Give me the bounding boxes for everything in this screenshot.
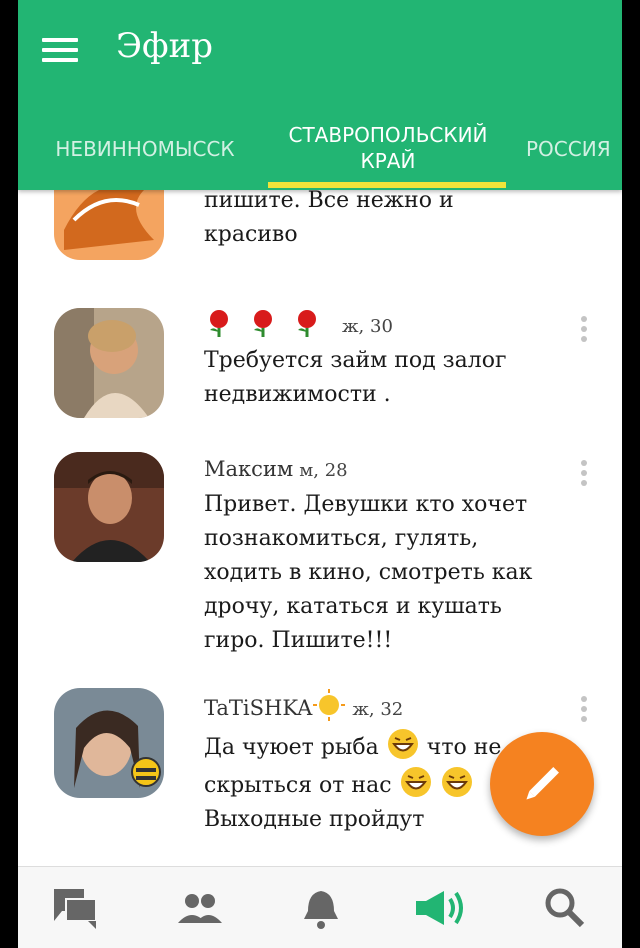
post-text-part: Да чуюет рыба (204, 735, 379, 760)
people-icon[interactable] (174, 885, 224, 931)
user-meta: ж, 30 (342, 316, 393, 337)
list-item[interactable]: Девушки кто любит ласки пишите. Все нежн… (18, 190, 622, 290)
more-options-icon[interactable] (578, 312, 590, 346)
laughing-emoji-icon (386, 727, 420, 761)
post-header: ж, 30 (204, 308, 544, 344)
post-header: TaTiSHKA ж, 32 (204, 688, 544, 727)
user-name[interactable]: Максим (204, 457, 293, 481)
tab-russia[interactable]: РОССИЯ (526, 110, 622, 190)
laughing-emoji-icon (399, 765, 433, 799)
more-options-icon[interactable] (578, 692, 590, 726)
pencil-icon (526, 767, 559, 800)
chat-icon[interactable] (52, 885, 102, 931)
post-text: Девушки кто любит ласки пишите. Все нежн… (204, 190, 454, 247)
user-meta: м, 28 (299, 460, 348, 481)
tab-bar: НЕВИННОМЫССК СТАВРОПОЛЬСКИЙ КРАЙ РОССИЯ (18, 110, 622, 190)
rose-icon (292, 308, 322, 338)
post-text: Требуется займ под залог недвижимости . (204, 348, 507, 407)
tab-indicator (268, 182, 506, 188)
tab-nevinnomyssk[interactable]: НЕВИННОМЫССК (40, 110, 250, 190)
list-item[interactable]: Максим м, 28 Привет. Девушки кто хочет по… (18, 452, 622, 682)
avatar[interactable] (54, 190, 164, 260)
compose-button[interactable] (490, 732, 594, 836)
app-screen: Эфир НЕВИННОМЫССК СТАВРОПОЛЬСКИЙ КРАЙ РО… (18, 0, 622, 948)
post-content: ж, 30 Требуется займ под залог недвижимо… (204, 308, 544, 412)
app-title: Эфир (116, 26, 214, 66)
tab-stavropol-krai[interactable]: СТАВРОПОЛЬСКИЙ КРАЙ (270, 110, 506, 190)
sun-icon (312, 688, 346, 722)
menu-icon[interactable] (42, 34, 82, 64)
avatar[interactable] (54, 452, 164, 562)
post-header: Максим м, 28 (204, 452, 544, 488)
app-bar: Эфир НЕВИННОМЫССК СТАВРОПОЛЬСКИЙ КРАЙ РО… (18, 0, 622, 190)
avatar[interactable] (54, 688, 164, 798)
post-content: Максим м, 28 Привет. Девушки кто хочет по… (204, 452, 544, 658)
user-meta: ж, 32 (352, 699, 404, 720)
list-item[interactable]: ж, 30 Требуется займ под залог недвижимо… (18, 308, 622, 448)
more-options-icon[interactable] (578, 456, 590, 490)
rose-icon (248, 308, 278, 338)
post-text: Привет. Девушки кто хочет познакомиться,… (204, 492, 533, 653)
bottom-navigation (18, 866, 622, 948)
avatar[interactable] (54, 308, 164, 418)
megaphone-icon[interactable] (412, 885, 472, 931)
search-icon[interactable] (540, 885, 590, 931)
post-text-part: Выходные пройдут (204, 807, 425, 832)
rose-icon (204, 308, 234, 338)
bell-icon[interactable] (296, 885, 346, 931)
user-name[interactable]: TaTiSHKA (204, 696, 312, 720)
laughing-emoji-icon (440, 765, 474, 799)
